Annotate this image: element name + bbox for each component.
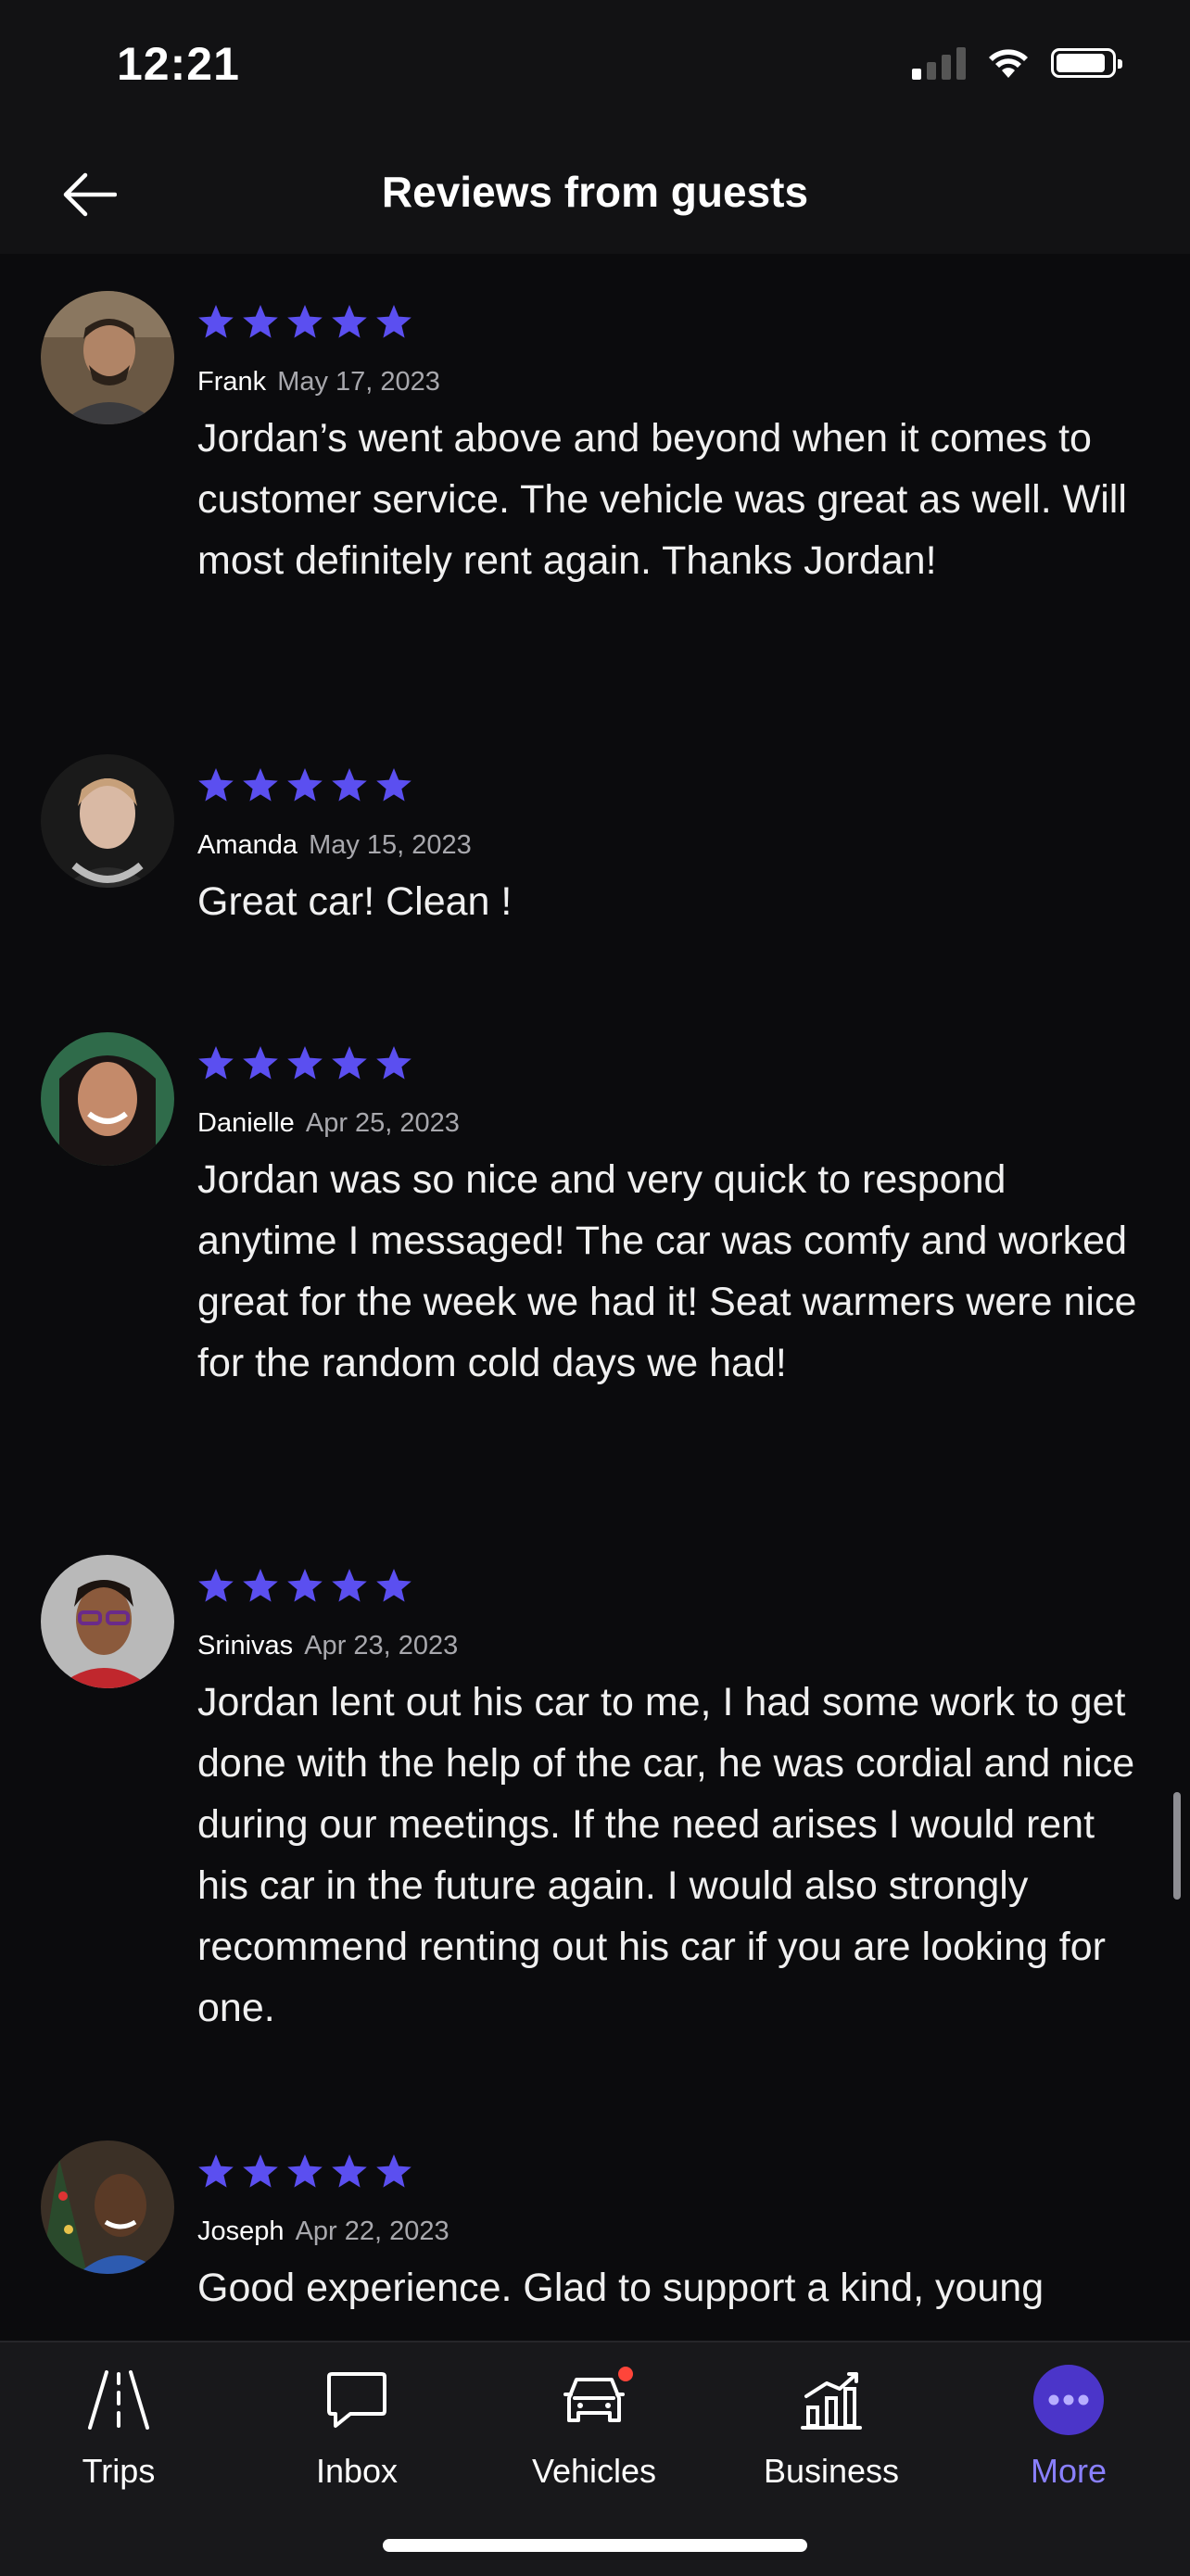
car-icon [563, 2378, 625, 2422]
status-icons [912, 46, 1122, 80]
star-icon [198, 305, 234, 338]
star-icon [243, 1569, 278, 1602]
reviewer-name: Srinivas [197, 1631, 294, 1661]
chat-bubble-icon [327, 2372, 386, 2428]
star-icon [332, 1569, 367, 1602]
star-icon [287, 1046, 323, 1080]
avatar[interactable] [41, 754, 174, 888]
avatar[interactable] [41, 1555, 174, 1688]
review-text: Jordan lent out his car to me, I had som… [197, 1680, 1135, 2030]
tab-trips[interactable]: Trips [26, 2363, 211, 2491]
review-text: Good experience. Glad to support a kind,… [197, 2266, 1044, 2310]
notification-badge [618, 2367, 633, 2381]
tab-label: More [1030, 2452, 1108, 2490]
review-date: May 15, 2023 [309, 830, 472, 860]
reviewer-name: Amanda [197, 830, 298, 860]
review-text: Great car! Clean ! [197, 879, 513, 924]
review-meta: Amanda May 15, 2023 [197, 830, 472, 861]
star-rating [196, 765, 413, 804]
star-icon [332, 768, 367, 802]
reviewer-name: Joseph [197, 2216, 285, 2246]
page-title: Reviews from guests [381, 168, 809, 216]
star-icon [287, 768, 323, 802]
nav-header: Reviews from guests [0, 137, 1190, 254]
review-date: Apr 23, 2023 [304, 1631, 459, 1661]
star-rating [196, 1043, 413, 1082]
tab-label: Inbox [315, 2452, 399, 2490]
star-icon [198, 1569, 234, 1602]
review-date: Apr 22, 2023 [295, 2216, 449, 2246]
star-icon [243, 1046, 278, 1080]
star-icon [376, 1046, 411, 1080]
avatar[interactable] [41, 2140, 174, 2274]
status-time: 12:21 [117, 38, 240, 90]
review-text: Jordan was so nice and very quick to res… [197, 1157, 1137, 1385]
avatar[interactable] [41, 291, 174, 424]
star-icon [198, 1046, 234, 1080]
star-icon [332, 2154, 367, 2188]
tab-inbox[interactable]: Inbox [264, 2363, 449, 2491]
scrollbar[interactable] [1173, 1792, 1181, 1900]
review-meta: Srinivas Apr 23, 2023 [197, 1631, 458, 1661]
wifi-icon [989, 49, 1028, 78]
star-icon [243, 305, 278, 338]
star-rating [196, 2152, 413, 2191]
tab-label: Vehicles [531, 2452, 657, 2490]
tab-vehicles[interactable]: Vehicles [501, 2363, 687, 2491]
tab-more[interactable]: More [976, 2363, 1161, 2491]
review-text: Jordan’s went above and beyond when it c… [197, 416, 1127, 583]
star-icon [198, 2154, 234, 2188]
star-rating [196, 1566, 413, 1605]
cellular-signal-icon [912, 46, 966, 80]
star-icon [243, 2154, 278, 2188]
home-indicator[interactable] [383, 2539, 807, 2552]
star-icon [198, 768, 234, 802]
review-date: Apr 25, 2023 [305, 1108, 460, 1138]
star-icon [287, 1569, 323, 1602]
star-icon [376, 1569, 411, 1602]
star-icon [376, 2154, 411, 2188]
review-date: May 17, 2023 [277, 367, 440, 397]
star-icon [332, 305, 367, 338]
star-icon [287, 305, 323, 338]
review-meta: Joseph Apr 22, 2023 [197, 2216, 449, 2247]
star-icon [332, 1046, 367, 1080]
tab-label: Business [763, 2452, 900, 2490]
star-rating [196, 302, 413, 341]
star-icon [376, 768, 411, 802]
reviewer-name: Frank [197, 367, 267, 397]
review-meta: Danielle Apr 25, 2023 [197, 1108, 460, 1139]
battery-icon [1051, 48, 1122, 78]
star-icon [287, 2154, 323, 2188]
more-dots-icon [1033, 2365, 1104, 2435]
tab-business[interactable]: Business [739, 2363, 924, 2491]
bar-chart-icon [801, 2372, 862, 2430]
road-icon [88, 2370, 149, 2430]
star-icon [243, 768, 278, 802]
review-meta: Frank May 17, 2023 [197, 367, 440, 398]
reviewer-name: Danielle [197, 1108, 295, 1138]
star-icon [376, 305, 411, 338]
avatar[interactable] [41, 1032, 174, 1166]
tab-label: Trips [82, 2452, 156, 2490]
reviews-list[interactable]: Frank May 17, 2023 Jordan’s went above a… [0, 254, 1190, 2341]
status-bar: 12:21 [0, 0, 1190, 137]
